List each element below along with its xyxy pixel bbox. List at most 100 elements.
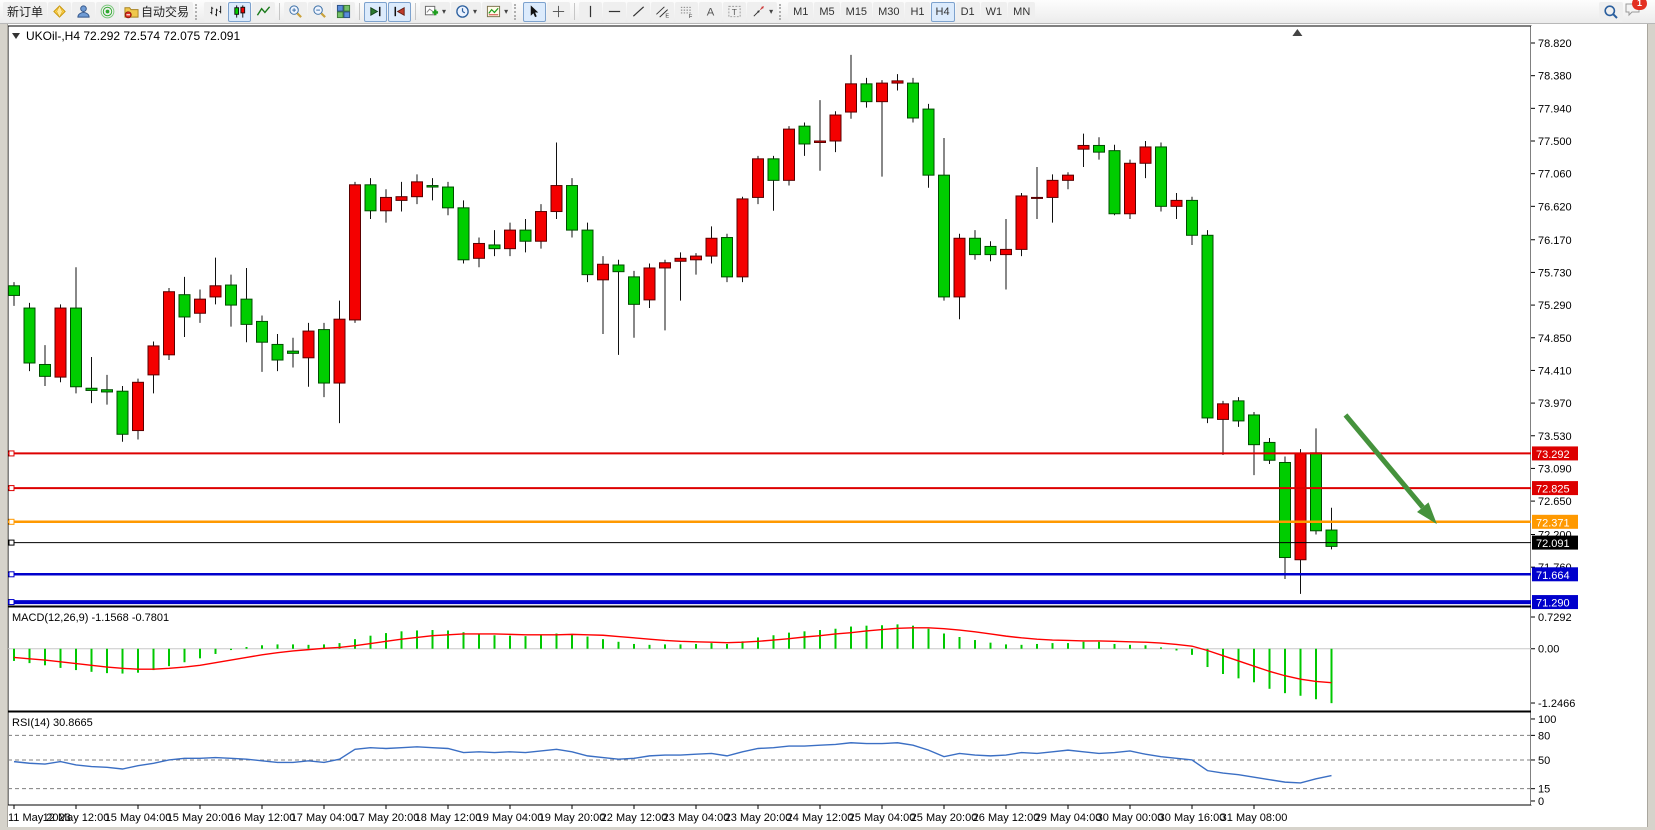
rsi-label: RSI(14) 30.8665 (12, 717, 93, 729)
indicators-button[interactable]: ▾ (482, 2, 512, 22)
search-button[interactable] (1599, 2, 1623, 22)
price-tick-label: 77.060 (1538, 169, 1572, 181)
candle (1063, 175, 1074, 180)
candle (1125, 163, 1136, 213)
candle (412, 182, 423, 197)
auto-trading-label: 自动交易 (141, 3, 189, 20)
hline-handle[interactable] (9, 451, 14, 456)
timeframe-mn-button[interactable]: MN (1008, 2, 1035, 22)
candle (598, 264, 609, 280)
candle (24, 308, 35, 363)
line-chart-icon (256, 4, 271, 19)
candle (164, 292, 175, 355)
chart-line-button[interactable] (252, 2, 275, 22)
candle (102, 390, 113, 392)
candle (1109, 151, 1120, 214)
crosshair-button[interactable] (547, 2, 570, 22)
cursor-button[interactable] (523, 2, 546, 22)
auto-scroll-button[interactable] (364, 2, 387, 22)
time-tick-label: 22 May 12:00 (601, 812, 668, 824)
timeframe-m5-button[interactable]: M5 (814, 2, 839, 22)
candle (9, 286, 20, 296)
zoom-in-button[interactable] (284, 2, 307, 22)
hline-price-label: 73.292 (1536, 449, 1570, 461)
text-button[interactable]: A (699, 2, 722, 22)
arrows-button[interactable]: ▾ (747, 2, 777, 22)
equidistant-channel-button[interactable]: E (651, 2, 674, 22)
timeframe-m1-button[interactable]: M1 (788, 2, 813, 22)
price-tick-label: 73.530 (1538, 431, 1572, 443)
notification-badge: 1 (1632, 0, 1647, 10)
fibonacci-button[interactable]: F (675, 2, 698, 22)
candle (923, 109, 934, 175)
candle (784, 129, 795, 180)
candle (381, 197, 392, 210)
profile-icon-button[interactable] (72, 2, 95, 22)
price-tick-label: 77.940 (1538, 103, 1572, 115)
candle (799, 126, 810, 144)
notifications-button[interactable]: 1 (1624, 1, 1641, 22)
mt4-window: 新订单 自动交易 (0, 0, 1655, 830)
hline-handle[interactable] (9, 572, 14, 577)
hline-handle[interactable] (9, 519, 14, 524)
price-tick-label: 78.820 (1538, 38, 1572, 50)
zoom-out-icon (312, 4, 327, 19)
time-tick-label: 26 May 12:00 (973, 812, 1040, 824)
price-tick-label: 74.410 (1538, 365, 1572, 377)
time-tick-label: 17 May 04:00 (291, 812, 358, 824)
rsi-tick-label: 50 (1538, 755, 1550, 767)
period-button[interactable]: ▾ (451, 2, 481, 22)
arrows-icon (751, 4, 766, 19)
chart-shift-button[interactable] (388, 2, 411, 22)
svg-text:T: T (732, 7, 737, 17)
candle (210, 286, 221, 297)
timeframe-h1-button[interactable]: H1 (905, 2, 929, 22)
horizontal-line-button[interactable] (603, 2, 626, 22)
timeframe-m15-button[interactable]: M15 (841, 2, 872, 22)
candle (1094, 145, 1105, 152)
time-tick-label: 17 May 20:00 (353, 812, 420, 824)
toolbar: 新订单 自动交易 (0, 0, 1655, 24)
candle (1047, 180, 1058, 197)
candle (970, 238, 981, 254)
candle (1187, 200, 1198, 235)
timeframe-h4-button[interactable]: H4 (931, 2, 955, 22)
candle (288, 351, 299, 353)
candle (768, 159, 779, 181)
chart-candles-button[interactable] (228, 2, 251, 22)
chevron-down-icon: ▾ (473, 7, 477, 16)
auto-trading-button[interactable]: 自动交易 (120, 2, 193, 22)
hline-price-label: 71.290 (1536, 598, 1570, 610)
candle (365, 185, 376, 211)
market-watch-icon[interactable] (48, 2, 71, 22)
zoom-out-button[interactable] (308, 2, 331, 22)
text-icon: A (703, 4, 718, 19)
macd-tick-label: -1.2466 (1538, 698, 1575, 710)
new-order-button[interactable]: 新订单 (3, 2, 47, 22)
tile-windows-button[interactable] (332, 2, 355, 22)
text-label-button[interactable]: T (723, 2, 746, 22)
time-tick-label: 31 May 08:00 (1221, 812, 1288, 824)
candle (815, 141, 826, 142)
hline-handle[interactable] (9, 486, 14, 491)
chart-bars-button[interactable] (204, 2, 227, 22)
time-tick-label: 30 May 00:00 (1097, 812, 1164, 824)
candle (226, 285, 237, 305)
new-chart-button[interactable]: ▾ (420, 2, 450, 22)
candle (319, 330, 330, 383)
timeframe-m30-button[interactable]: M30 (873, 2, 904, 22)
price-tick-label: 77.500 (1538, 136, 1572, 148)
candle (396, 197, 407, 201)
timeframe-w1-button[interactable]: W1 (981, 2, 1008, 22)
price-tick-label: 74.850 (1538, 333, 1572, 345)
candle (489, 245, 500, 249)
vertical-line-button[interactable] (579, 2, 602, 22)
trendline-button[interactable] (627, 2, 650, 22)
signal-icon-button[interactable] (96, 2, 119, 22)
tile-windows-icon (336, 4, 351, 19)
candle (629, 277, 640, 304)
timeframe-d1-button[interactable]: D1 (956, 2, 980, 22)
candle (443, 187, 454, 208)
svg-text:A: A (707, 6, 715, 18)
hline-handle[interactable] (9, 600, 14, 605)
